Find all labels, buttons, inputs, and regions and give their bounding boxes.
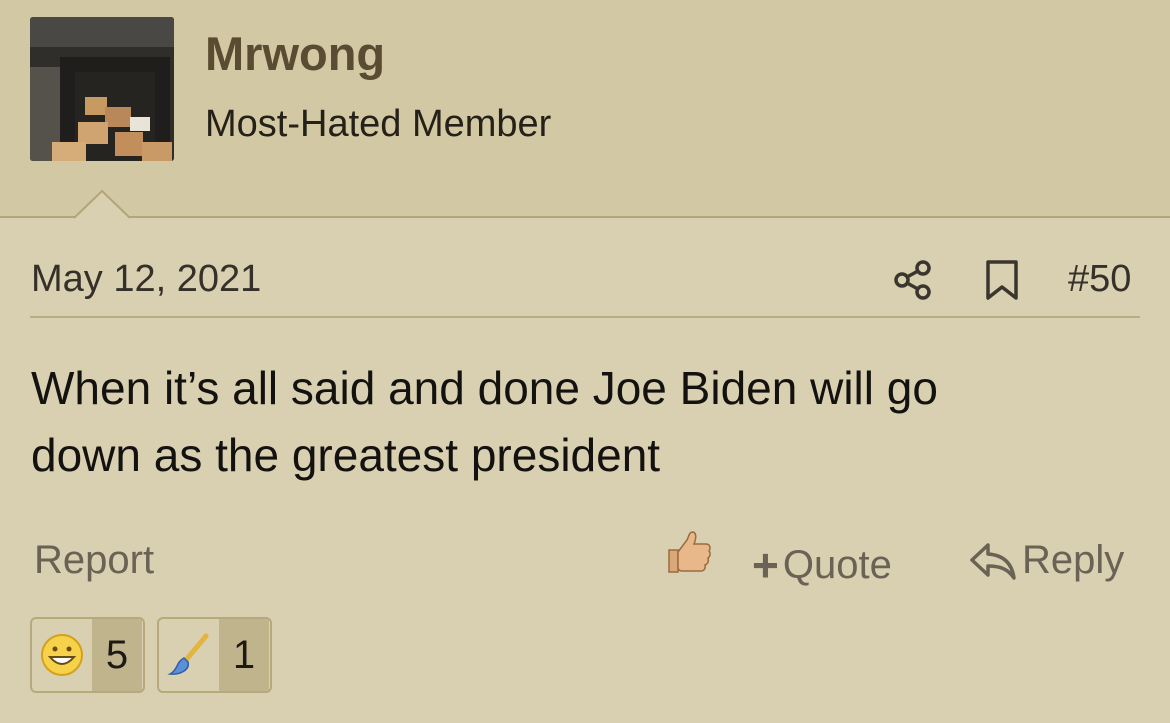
grinning-face-icon <box>32 619 92 691</box>
username[interactable]: Mrwong <box>205 26 385 81</box>
paintbrush-icon <box>159 619 219 691</box>
reaction-count: 1 <box>219 619 269 691</box>
header-divider <box>0 216 1170 218</box>
post-body-line: down as the greatest president <box>31 429 661 481</box>
avatar[interactable] <box>30 17 174 161</box>
user-title: Most-Hated Member <box>205 103 552 145</box>
reply-button[interactable]: Reply <box>968 538 1124 583</box>
thumbs-up-icon[interactable] <box>665 528 713 576</box>
post-body: When it’s all said and done Joe Biden wi… <box>31 355 1131 489</box>
share-icon[interactable] <box>893 259 933 301</box>
user-header: Mrwong Most-Hated Member <box>0 0 1170 218</box>
reaction-brush[interactable]: 1 <box>157 617 272 693</box>
post-number[interactable]: #50 <box>1068 258 1131 301</box>
post-date[interactable]: May 12, 2021 <box>31 258 261 301</box>
reply-icon <box>970 542 1016 580</box>
header-pointer <box>74 189 130 219</box>
report-button[interactable]: Report <box>34 538 154 583</box>
bookmark-icon[interactable] <box>985 259 1019 301</box>
quote-button[interactable]: + Quote <box>752 538 892 592</box>
post-divider <box>30 316 1140 318</box>
quote-label: Quote <box>782 542 892 587</box>
plus-icon: + <box>752 539 779 591</box>
reply-label: Reply <box>1022 538 1125 582</box>
reaction-count: 5 <box>92 619 142 691</box>
post-body-line: When it’s all said and done Joe Biden wi… <box>31 362 938 414</box>
avatar-image <box>30 17 174 161</box>
reaction-grin[interactable]: 5 <box>30 617 145 693</box>
